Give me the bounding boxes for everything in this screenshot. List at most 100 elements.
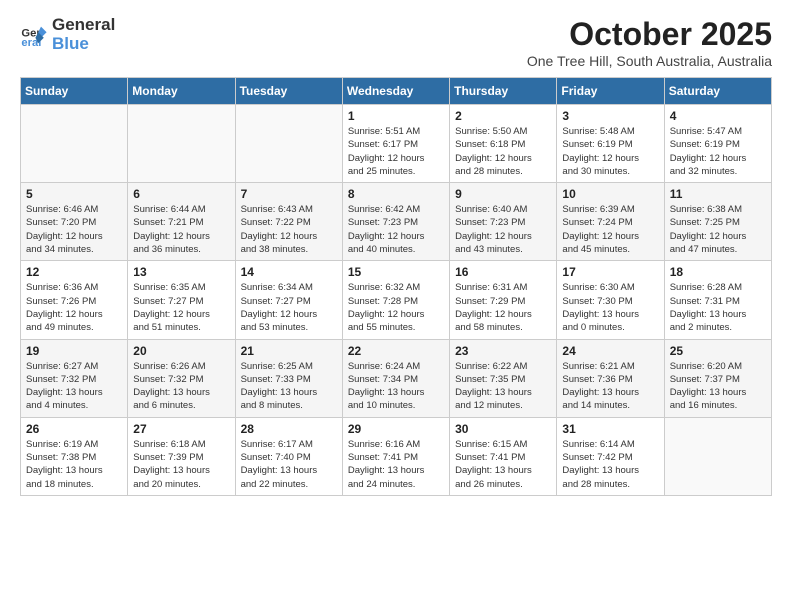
calendar-week-row: 26Sunrise: 6:19 AM Sunset: 7:38 PM Dayli…	[21, 417, 772, 495]
calendar-cell: 1Sunrise: 5:51 AM Sunset: 6:17 PM Daylig…	[342, 105, 449, 183]
day-number: 18	[670, 265, 766, 279]
logo-blue-text: Blue	[52, 35, 115, 54]
page-header: Gen eral General Blue October 2025 One T…	[20, 16, 772, 69]
weekday-header: Monday	[128, 78, 235, 105]
day-info: Sunrise: 6:18 AM Sunset: 7:39 PM Dayligh…	[133, 438, 229, 491]
day-number: 6	[133, 187, 229, 201]
calendar-cell: 26Sunrise: 6:19 AM Sunset: 7:38 PM Dayli…	[21, 417, 128, 495]
day-number: 17	[562, 265, 658, 279]
day-info: Sunrise: 6:34 AM Sunset: 7:27 PM Dayligh…	[241, 281, 337, 334]
calendar-cell: 19 Sunrise: 6:27 AM Sunset: 7:32 PM Dayli…	[21, 339, 128, 417]
calendar-cell: 12Sunrise: 6:36 AM Sunset: 7:26 PM Dayli…	[21, 261, 128, 339]
day-info: Sunrise: 6:42 AM Sunset: 7:23 PM Dayligh…	[348, 203, 444, 256]
day-number: 8	[348, 187, 444, 201]
calendar-cell: 24 Sunrise: 6:21 AM Sunset: 7:36 PM Dayli…	[557, 339, 664, 417]
calendar-cell: 10 Sunrise: 6:39 AM Sunset: 7:24 PM Dayli…	[557, 183, 664, 261]
day-number: 13	[133, 265, 229, 279]
weekday-header: Thursday	[450, 78, 557, 105]
day-info: Sunrise: 5:50 AM Sunset: 6:18 PM Dayligh…	[455, 125, 551, 178]
weekday-header: Saturday	[664, 78, 771, 105]
calendar-week-row: 5 Sunrise: 6:46 AM Sunset: 7:20 PM Daylig…	[21, 183, 772, 261]
day-info: Sunrise: 6:30 AM Sunset: 7:30 PM Dayligh…	[562, 281, 658, 334]
logo-general-text: General	[52, 16, 115, 35]
day-info: Sunrise: 6:20 AM Sunset: 7:37 PM Dayligh…	[670, 360, 766, 413]
day-number: 7	[241, 187, 337, 201]
day-info: Sunrise: 6:15 AM Sunset: 7:41 PM Dayligh…	[455, 438, 551, 491]
logo: Gen eral General Blue	[20, 16, 115, 53]
title-block: October 2025 One Tree Hill, South Austra…	[527, 16, 772, 69]
day-info: Sunrise: 6:26 AM Sunset: 7:32 PM Dayligh…	[133, 360, 229, 413]
day-number: 19	[26, 344, 122, 358]
day-number: 9	[455, 187, 551, 201]
weekday-header: Wednesday	[342, 78, 449, 105]
calendar-cell: 22Sunrise: 6:24 AM Sunset: 7:34 PM Dayli…	[342, 339, 449, 417]
day-info: Sunrise: 6:16 AM Sunset: 7:41 PM Dayligh…	[348, 438, 444, 491]
day-info: Sunrise: 6:31 AM Sunset: 7:29 PM Dayligh…	[455, 281, 551, 334]
day-number: 2	[455, 109, 551, 123]
calendar-cell: 23 Sunrise: 6:22 AM Sunset: 7:35 PM Dayli…	[450, 339, 557, 417]
day-number: 31	[562, 422, 658, 436]
calendar-cell: 31Sunrise: 6:14 AM Sunset: 7:42 PM Dayli…	[557, 417, 664, 495]
day-info: Sunrise: 6:21 AM Sunset: 7:36 PM Dayligh…	[562, 360, 658, 413]
day-info: Sunrise: 6:44 AM Sunset: 7:21 PM Dayligh…	[133, 203, 229, 256]
day-number: 15	[348, 265, 444, 279]
day-info: Sunrise: 6:19 AM Sunset: 7:38 PM Dayligh…	[26, 438, 122, 491]
day-number: 30	[455, 422, 551, 436]
weekday-header: Friday	[557, 78, 664, 105]
day-number: 27	[133, 422, 229, 436]
day-info: Sunrise: 6:38 AM Sunset: 7:25 PM Dayligh…	[670, 203, 766, 256]
day-info: Sunrise: 6:27 AM Sunset: 7:32 PM Dayligh…	[26, 360, 122, 413]
calendar-cell: 13Sunrise: 6:35 AM Sunset: 7:27 PM Dayli…	[128, 261, 235, 339]
calendar-cell: 9 Sunrise: 6:40 AM Sunset: 7:23 PM Daylig…	[450, 183, 557, 261]
day-number: 24	[562, 344, 658, 358]
calendar-week-row: 19 Sunrise: 6:27 AM Sunset: 7:32 PM Dayli…	[21, 339, 772, 417]
day-number: 25	[670, 344, 766, 358]
calendar-cell: 25 Sunrise: 6:20 AM Sunset: 7:37 PM Dayli…	[664, 339, 771, 417]
calendar-cell: 16 Sunrise: 6:31 AM Sunset: 7:29 PM Dayli…	[450, 261, 557, 339]
month-title: October 2025	[527, 16, 772, 53]
day-info: Sunrise: 6:32 AM Sunset: 7:28 PM Dayligh…	[348, 281, 444, 334]
calendar-cell: 3 Sunrise: 5:48 AM Sunset: 6:19 PM Daylig…	[557, 105, 664, 183]
day-number: 14	[241, 265, 337, 279]
calendar-cell: 18 Sunrise: 6:28 AM Sunset: 7:31 PM Dayli…	[664, 261, 771, 339]
calendar-cell: 29 Sunrise: 6:16 AM Sunset: 7:41 PM Dayli…	[342, 417, 449, 495]
day-info: Sunrise: 6:46 AM Sunset: 7:20 PM Dayligh…	[26, 203, 122, 256]
day-number: 23	[455, 344, 551, 358]
calendar-cell: 5 Sunrise: 6:46 AM Sunset: 7:20 PM Daylig…	[21, 183, 128, 261]
day-info: Sunrise: 6:28 AM Sunset: 7:31 PM Dayligh…	[670, 281, 766, 334]
day-info: Sunrise: 6:40 AM Sunset: 7:23 PM Dayligh…	[455, 203, 551, 256]
calendar-week-row: 1Sunrise: 5:51 AM Sunset: 6:17 PM Daylig…	[21, 105, 772, 183]
calendar-cell: 20Sunrise: 6:26 AM Sunset: 7:32 PM Dayli…	[128, 339, 235, 417]
day-info: Sunrise: 6:25 AM Sunset: 7:33 PM Dayligh…	[241, 360, 337, 413]
calendar-week-row: 12Sunrise: 6:36 AM Sunset: 7:26 PM Dayli…	[21, 261, 772, 339]
calendar-header-row: SundayMondayTuesdayWednesdayThursdayFrid…	[21, 78, 772, 105]
day-info: Sunrise: 5:48 AM Sunset: 6:19 PM Dayligh…	[562, 125, 658, 178]
calendar-cell	[235, 105, 342, 183]
day-info: Sunrise: 6:43 AM Sunset: 7:22 PM Dayligh…	[241, 203, 337, 256]
calendar-cell: 4 Sunrise: 5:47 AM Sunset: 6:19 PM Daylig…	[664, 105, 771, 183]
day-number: 21	[241, 344, 337, 358]
calendar-cell: 6 Sunrise: 6:44 AM Sunset: 7:21 PM Daylig…	[128, 183, 235, 261]
day-info: Sunrise: 6:39 AM Sunset: 7:24 PM Dayligh…	[562, 203, 658, 256]
day-number: 10	[562, 187, 658, 201]
calendar-cell: 7 Sunrise: 6:43 AM Sunset: 7:22 PM Daylig…	[235, 183, 342, 261]
day-number: 3	[562, 109, 658, 123]
day-number: 29	[348, 422, 444, 436]
day-info: Sunrise: 5:51 AM Sunset: 6:17 PM Dayligh…	[348, 125, 444, 178]
day-info: Sunrise: 6:22 AM Sunset: 7:35 PM Dayligh…	[455, 360, 551, 413]
calendar-cell: 14 Sunrise: 6:34 AM Sunset: 7:27 PM Dayli…	[235, 261, 342, 339]
calendar-cell: 11Sunrise: 6:38 AM Sunset: 7:25 PM Dayli…	[664, 183, 771, 261]
calendar-cell	[664, 417, 771, 495]
day-number: 16	[455, 265, 551, 279]
calendar-cell: 28 Sunrise: 6:17 AM Sunset: 7:40 PM Dayli…	[235, 417, 342, 495]
calendar-cell: 2 Sunrise: 5:50 AM Sunset: 6:18 PM Daylig…	[450, 105, 557, 183]
logo-icon: Gen eral	[20, 21, 48, 49]
calendar-cell: 21 Sunrise: 6:25 AM Sunset: 7:33 PM Dayli…	[235, 339, 342, 417]
day-info: Sunrise: 6:17 AM Sunset: 7:40 PM Dayligh…	[241, 438, 337, 491]
weekday-header: Sunday	[21, 78, 128, 105]
day-number: 28	[241, 422, 337, 436]
day-number: 4	[670, 109, 766, 123]
day-number: 5	[26, 187, 122, 201]
day-number: 22	[348, 344, 444, 358]
day-info: Sunrise: 5:47 AM Sunset: 6:19 PM Dayligh…	[670, 125, 766, 178]
